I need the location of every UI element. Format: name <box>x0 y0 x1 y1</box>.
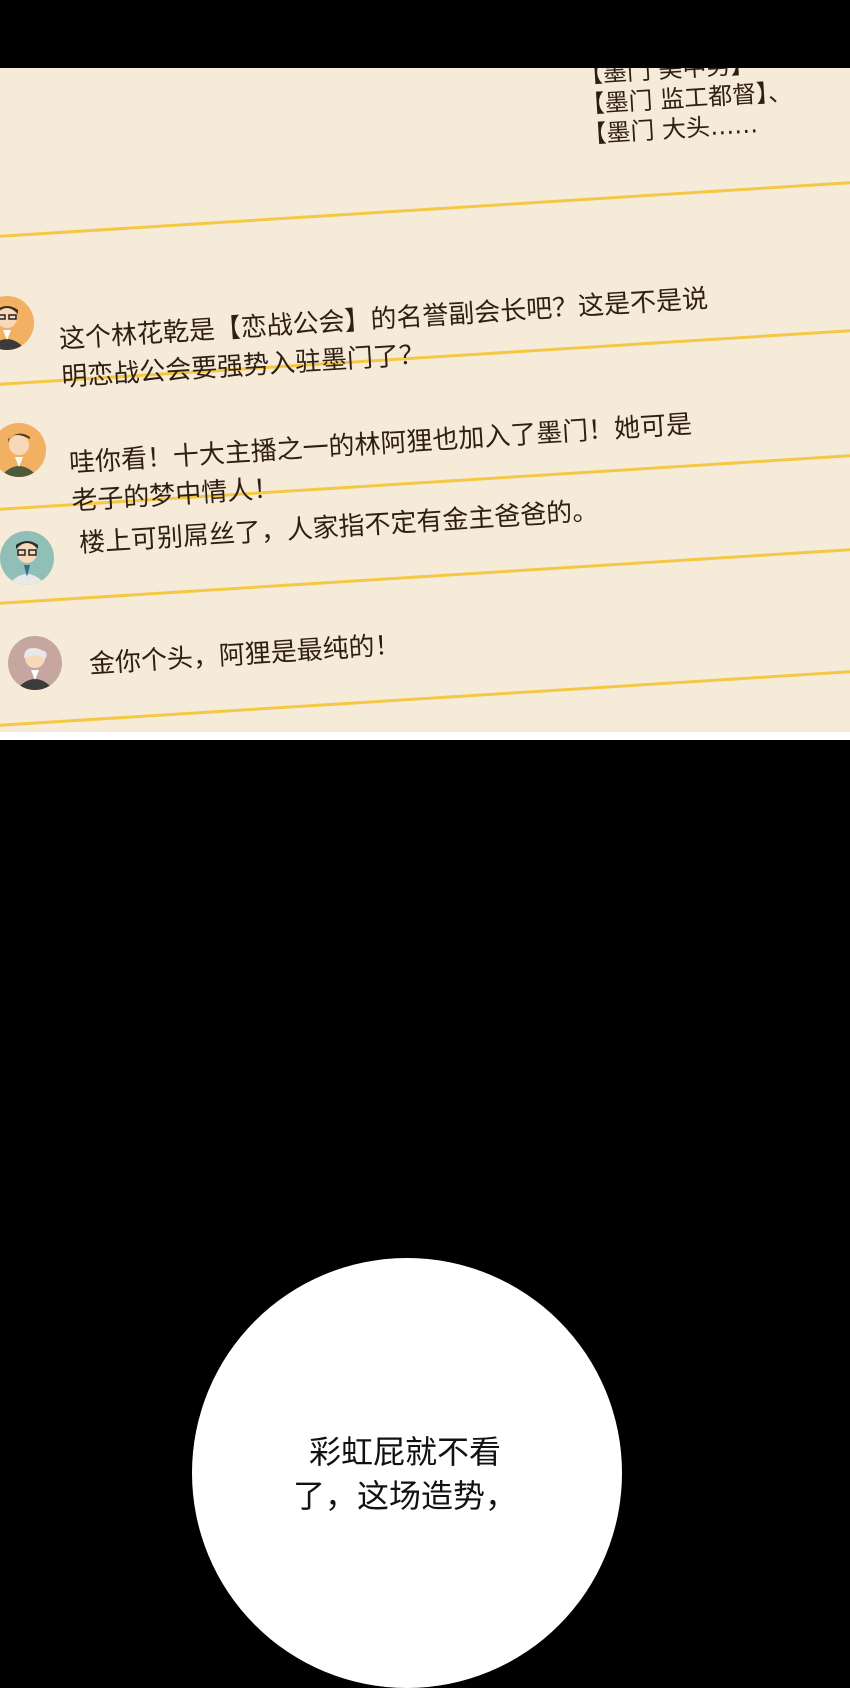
speech-line: 了，这场造势， <box>292 1477 517 1515</box>
divider-line <box>0 179 850 239</box>
panel-border <box>0 732 850 740</box>
comment-line: 金你个头，阿狸是最纯的！ <box>88 630 402 680</box>
speech-bubble-text: 彩虹屁就不看 了，这场造势， <box>0 1430 810 1518</box>
comment-text: 哇你看！十大主播之一的林阿狸也加入了墨门！她可是 老子的梦中情人！ <box>68 406 696 521</box>
comment-text: 金你个头，阿狸是最纯的！ <box>88 626 402 684</box>
avatar-icon <box>0 296 34 350</box>
comment-text: 这个林花乾是【恋战公会】的名誉副会长吧？这是不是说 明恋战公会要强势入驻墨门了？ <box>58 280 712 397</box>
avatar-icon <box>0 423 46 477</box>
speech-line: 彩虹屁就不看 <box>308 1433 501 1471</box>
comment-panel: 【墨门 美中男】 【墨门 监工都督】、 【墨门 大头…… 这个林花乾是【恋战公会… <box>0 68 850 732</box>
header-lines: 【墨门 美中男】 【墨门 监工都督】、 【墨门 大头…… <box>578 68 795 150</box>
avatar-icon <box>8 636 62 690</box>
avatar-icon <box>0 531 54 585</box>
